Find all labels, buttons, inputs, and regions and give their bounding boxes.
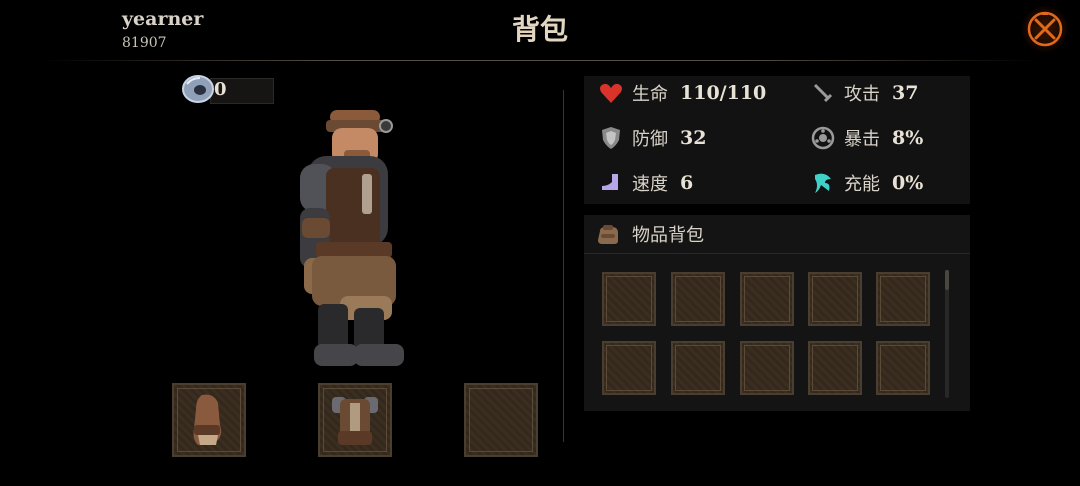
stat-speed: 速度 6 bbox=[598, 168, 693, 198]
equip-slot-gloves[interactable] bbox=[172, 383, 246, 457]
stat-defense-value: 32 bbox=[680, 127, 707, 149]
currency-value: 0 bbox=[214, 79, 227, 100]
inventory-slot[interactable] bbox=[671, 341, 725, 395]
character-model bbox=[300, 110, 404, 366]
stat-attack-value: 37 bbox=[892, 82, 919, 104]
stat-energy: 充能 0% bbox=[810, 168, 923, 198]
gem-ring-icon bbox=[182, 75, 214, 103]
close-button[interactable] bbox=[1022, 6, 1068, 52]
boot-icon bbox=[598, 170, 624, 196]
stat-hp-value: 110/110 bbox=[680, 82, 767, 104]
inventory-slot[interactable] bbox=[808, 272, 862, 326]
page-title: 背包 bbox=[511, 13, 568, 46]
stat-speed-value: 6 bbox=[680, 172, 694, 194]
equip-slot-armor[interactable] bbox=[318, 383, 392, 457]
inventory-slot[interactable] bbox=[740, 341, 794, 395]
stat-hp-label: 生命 bbox=[632, 84, 668, 105]
shield-icon bbox=[598, 125, 624, 151]
header-divider bbox=[40, 60, 1040, 61]
stat-energy-value: 0% bbox=[892, 172, 924, 194]
sword-icon bbox=[810, 80, 836, 106]
stat-attack: 攻击 37 bbox=[810, 78, 918, 108]
heart-icon bbox=[598, 80, 624, 106]
stat-crit: 暴击 8% bbox=[810, 123, 923, 153]
bag-icon bbox=[598, 225, 618, 244]
stat-crit-value: 8% bbox=[892, 127, 924, 149]
crit-icon bbox=[810, 125, 836, 151]
inventory-title: 物品背包 bbox=[632, 225, 704, 246]
inventory-slot[interactable] bbox=[876, 341, 930, 395]
stat-energy-label: 充能 bbox=[844, 174, 880, 195]
stat-attack-label: 攻击 bbox=[844, 84, 880, 105]
top-bar: yearner 81907 背包 bbox=[0, 0, 1080, 62]
inventory-slot[interactable] bbox=[876, 272, 930, 326]
inventory-slot[interactable] bbox=[671, 272, 725, 326]
inventory-slot[interactable] bbox=[602, 341, 656, 395]
inventory-panel: 物品背包 bbox=[584, 215, 970, 411]
energy-icon bbox=[810, 170, 836, 196]
inventory-scrollbar[interactable] bbox=[945, 270, 949, 398]
scrollbar-thumb[interactable] bbox=[945, 270, 949, 290]
stat-defense: 防御 32 bbox=[598, 123, 706, 153]
chest-armor-icon bbox=[332, 397, 378, 445]
stat-defense-label: 防御 bbox=[632, 129, 668, 150]
stats-panel: 生命 110/110 攻击 37 防御 32 暴击 8% 速度 6 充能 0% bbox=[584, 76, 970, 204]
inventory-header: 物品背包 bbox=[584, 215, 970, 254]
inventory-slot[interactable] bbox=[740, 272, 794, 326]
equip-slot-empty[interactable] bbox=[464, 383, 538, 457]
inventory-slot[interactable] bbox=[808, 341, 862, 395]
stat-hp: 生命 110/110 bbox=[598, 78, 766, 108]
leather-glove-icon bbox=[193, 394, 222, 445]
stat-speed-label: 速度 bbox=[632, 174, 668, 195]
stat-crit-label: 暴击 bbox=[844, 129, 880, 150]
inventory-grid bbox=[602, 272, 932, 398]
panel-divider bbox=[563, 90, 564, 442]
close-icon bbox=[1027, 11, 1063, 47]
inventory-slot[interactable] bbox=[602, 272, 656, 326]
